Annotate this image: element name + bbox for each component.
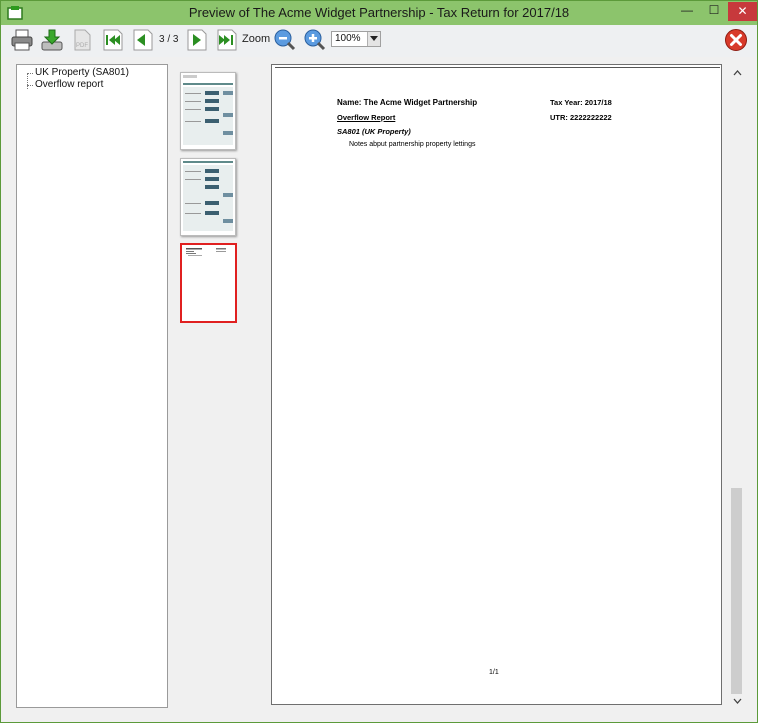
- next-page-button[interactable]: [183, 27, 209, 53]
- doc-note: Notes abput partnership property letting…: [349, 141, 476, 148]
- maximize-button[interactable]: ☐: [701, 1, 727, 21]
- next-page-icon: [187, 29, 207, 51]
- page-top-rule: [275, 65, 720, 68]
- tree-item-overflow-report[interactable]: Overflow report: [27, 79, 103, 90]
- thumbnail-page-2: [183, 161, 233, 231]
- save-download-icon: [41, 29, 63, 51]
- window-title: Preview of The Acme Widget Partnership -…: [188, 5, 570, 20]
- minimize-button[interactable]: —: [673, 1, 701, 21]
- title-bar: Preview of The Acme Widget Partnership -…: [1, 1, 757, 25]
- document-page: Name: The Acme Widget Partnership Tax Ye…: [271, 64, 722, 705]
- preview-window: Preview of The Acme Widget Partnership -…: [0, 0, 758, 723]
- scroll-down-arrow[interactable]: [730, 694, 745, 708]
- chevron-down-icon[interactable]: [367, 32, 380, 46]
- vertical-scrollbar[interactable]: [730, 64, 745, 708]
- page-counter: 3 / 3: [159, 34, 179, 45]
- close-preview-icon: [725, 29, 747, 51]
- first-page-icon: [103, 29, 123, 51]
- zoom-in-button[interactable]: [302, 27, 328, 53]
- doc-tax-year: Tax Year: 2017/18: [550, 98, 612, 107]
- last-page-button[interactable]: [213, 27, 239, 53]
- printer-icon: [11, 29, 33, 51]
- previous-page-button[interactable]: [129, 27, 155, 53]
- save-button[interactable]: [39, 27, 65, 53]
- last-page-icon: [217, 29, 237, 51]
- doc-utr: UTR: 2222222222: [550, 113, 612, 122]
- close-window-button[interactable]: ✕: [728, 2, 757, 21]
- doc-overflow-report-title: Overflow Report: [337, 113, 396, 122]
- page-thumbnail[interactable]: [180, 158, 236, 236]
- zoom-out-button[interactable]: [272, 27, 298, 53]
- page-thumbnail[interactable]: [180, 72, 236, 150]
- page-thumbnail-selected[interactable]: [180, 243, 237, 323]
- chevron-up-icon: [733, 70, 742, 76]
- tree-item-uk-property[interactable]: UK Property (SA801): [27, 67, 129, 78]
- doc-section-title: SA801 (UK Property): [337, 127, 411, 136]
- zoom-in-icon: [304, 29, 326, 51]
- toolbar: PDF 3 / 3 Zoom 100%: [1, 25, 757, 57]
- outline-tree: UK Property (SA801) Overflow report: [16, 64, 168, 708]
- scroll-up-arrow[interactable]: [730, 66, 745, 80]
- thumbnail-page-3: [186, 248, 226, 256]
- zoom-select[interactable]: 100%: [331, 31, 381, 47]
- chevron-down-icon: [733, 698, 742, 704]
- zoom-out-icon: [274, 29, 296, 51]
- close-preview-button[interactable]: [723, 27, 749, 53]
- export-pdf-button[interactable]: PDF: [69, 27, 95, 53]
- doc-name-line: Name: The Acme Widget Partnership: [337, 98, 478, 107]
- zoom-label: Zoom: [242, 33, 271, 45]
- zoom-value: 100%: [335, 33, 361, 44]
- pdf-icon: PDF: [74, 29, 91, 51]
- document-viewer: Name: The Acme Widget Partnership Tax Ye…: [271, 64, 743, 708]
- previous-page-icon: [133, 29, 153, 51]
- svg-text:PDF: PDF: [76, 43, 88, 49]
- first-page-button[interactable]: [99, 27, 125, 53]
- scroll-thumb[interactable]: [731, 488, 742, 694]
- doc-page-number: 1/1: [489, 669, 499, 676]
- print-button[interactable]: [9, 27, 35, 53]
- thumbnail-page-1: [183, 75, 233, 145]
